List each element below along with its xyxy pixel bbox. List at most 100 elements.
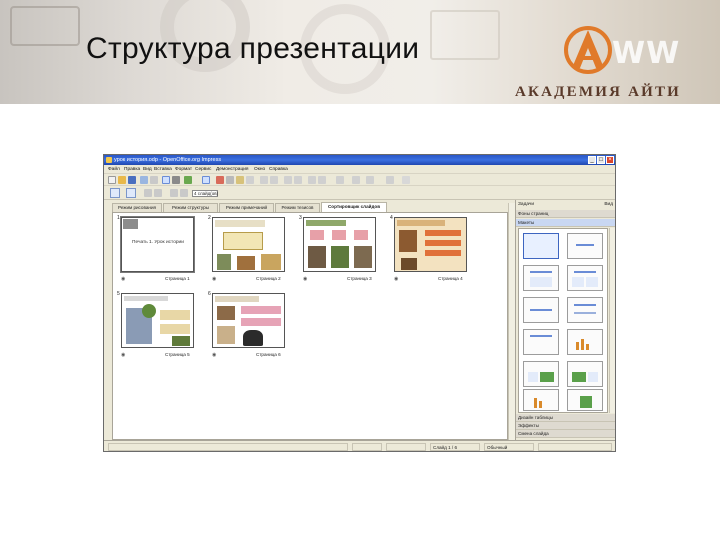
tab-drawing-view[interactable]: Режим рисования: [112, 203, 162, 212]
thumb-shape: [310, 230, 324, 240]
show-slide-icon[interactable]: [180, 189, 188, 197]
slide-thumbnail[interactable]: [394, 217, 467, 272]
layout-block: [528, 372, 538, 382]
slides-per-row-combo[interactable]: 4 слайд(ов): [192, 190, 218, 197]
section-master-pages[interactable]: Фоны страниц: [516, 210, 615, 218]
format-paintbrush-icon[interactable]: [246, 176, 254, 184]
layout-title-content[interactable]: [523, 265, 559, 291]
scissors-icon[interactable]: [216, 176, 224, 184]
slide-thumbnail[interactable]: [121, 293, 194, 348]
menu-edit[interactable]: Правка: [124, 167, 140, 172]
tab-slide-sorter[interactable]: Сортировщик слайдов: [321, 202, 387, 212]
new-document-icon[interactable]: [108, 176, 116, 184]
chart-bar-icon: [539, 401, 542, 408]
tab-outline-view[interactable]: Режим структуры: [163, 203, 218, 212]
slide-thumbnail[interactable]: [303, 217, 376, 272]
section-table-design[interactable]: Дизайн таблицы: [516, 414, 615, 422]
slide-thumbnail[interactable]: [212, 217, 285, 272]
open-folder-icon[interactable]: [118, 176, 126, 184]
slides-per-row-icon[interactable]: [126, 188, 136, 198]
table-icon[interactable]: [294, 176, 302, 184]
section-slide-transition[interactable]: Смена слайда: [516, 430, 615, 438]
gallery-icon[interactable]: [386, 176, 394, 184]
layout-chart[interactable]: [567, 329, 603, 355]
thumb-picture: [401, 258, 417, 270]
window-title: урок история.odp - OpenOffice.org Impres…: [114, 157, 222, 163]
thumb-picture: [217, 254, 231, 270]
slide-show-marker-icon: ◉: [212, 352, 217, 358]
undo-icon[interactable]: [260, 176, 268, 184]
toolbar-options-icon[interactable]: [366, 176, 374, 184]
slide-show-marker-icon: ◉: [212, 276, 217, 282]
cut-icon[interactable]: [202, 176, 210, 184]
edit-file-icon[interactable]: [150, 176, 158, 184]
menu-window[interactable]: Окно: [254, 167, 265, 172]
thumb-picture: [217, 326, 235, 344]
chart-bar-icon: [576, 342, 579, 350]
layout-line: [530, 271, 552, 273]
section-custom-animation[interactable]: Эффекты: [516, 422, 615, 430]
transition-icon[interactable]: [144, 189, 152, 197]
save-icon[interactable]: [128, 176, 136, 184]
slide-number: 2: [208, 215, 211, 221]
task-pane-scrollbar[interactable]: [609, 228, 615, 413]
menu-file[interactable]: Файл: [108, 167, 120, 172]
help-icon[interactable]: [352, 176, 360, 184]
maximize-button[interactable]: □: [597, 156, 605, 164]
slide-caption: Страница 6: [256, 352, 281, 357]
redo-icon[interactable]: [270, 176, 278, 184]
slide-thumbnail[interactable]: Печать 1. Урок истории: [120, 216, 195, 273]
slide-show-icon[interactable]: [110, 188, 120, 198]
menu-help[interactable]: Справка: [269, 167, 288, 172]
menu-insert[interactable]: Вставка: [154, 167, 172, 172]
paste-icon[interactable]: [236, 176, 244, 184]
layout-title-only[interactable]: [567, 233, 603, 259]
layout-line: [574, 312, 596, 314]
chart-icon[interactable]: [284, 176, 292, 184]
export-pdf-icon[interactable]: [162, 176, 170, 184]
more-icon[interactable]: [402, 176, 410, 184]
thumb-heading: [124, 296, 168, 301]
section-layouts[interactable]: Макеты: [516, 219, 615, 227]
sorter-scrollbar[interactable]: [508, 203, 515, 440]
navigator-icon[interactable]: [318, 176, 326, 184]
layout-title-text[interactable]: [567, 297, 603, 323]
zoom-icon[interactable]: [336, 176, 344, 184]
layout-two-content[interactable]: [567, 265, 603, 291]
close-button[interactable]: ×: [606, 156, 614, 164]
tab-notes-view[interactable]: Режим примечаний: [219, 203, 274, 212]
slide-number: 5: [117, 291, 120, 297]
spellcheck-icon[interactable]: [184, 176, 192, 184]
layout-title-chart[interactable]: [523, 329, 559, 355]
hide-slide-icon[interactable]: [154, 189, 162, 197]
menu-tools[interactable]: Сервис: [195, 167, 211, 172]
layout-line: [576, 244, 594, 246]
layout-picture-text[interactable]: [567, 361, 603, 387]
thumb-picture: [308, 246, 326, 268]
slide-caption: Страница 1: [165, 276, 190, 281]
layouts-grid: [518, 228, 608, 413]
layout-blank[interactable]: [523, 233, 559, 259]
thumb-picture: [399, 230, 417, 252]
print-icon[interactable]: [172, 176, 180, 184]
menu-format[interactable]: Формат: [175, 167, 192, 172]
layout-centered-text[interactable]: [523, 297, 559, 323]
layout-title-picture[interactable]: [567, 389, 603, 411]
thumb-corner-image: [123, 219, 138, 229]
layout-text-picture[interactable]: [523, 361, 559, 387]
layout-line: [530, 309, 552, 311]
rehearse-timings-icon[interactable]: [170, 189, 178, 197]
layout-title-chart-2[interactable]: [523, 389, 559, 411]
email-icon[interactable]: [140, 176, 148, 184]
grid-icon[interactable]: [308, 176, 316, 184]
tab-handout-view[interactable]: Режим тезисов: [275, 203, 320, 212]
menu-slideshow[interactable]: Демонстрация: [216, 167, 249, 172]
task-pane-view-menu[interactable]: Вид: [604, 200, 613, 209]
menu-view[interactable]: Вид: [143, 167, 152, 172]
window-titlebar[interactable]: урок история.odp - OpenOffice.org Impres…: [104, 155, 615, 165]
thumb-picture: [172, 336, 190, 346]
slide-thumbnail[interactable]: [212, 293, 285, 348]
minimize-button[interactable]: _: [588, 156, 596, 164]
layout-line: [530, 335, 552, 337]
copy-icon[interactable]: [226, 176, 234, 184]
